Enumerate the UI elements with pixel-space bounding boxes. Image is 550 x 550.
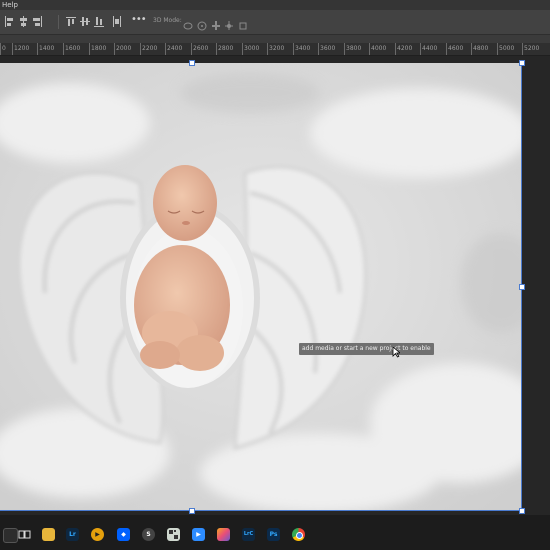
app-s-icon[interactable]: S bbox=[142, 528, 155, 541]
ruler-tick: 3000 bbox=[241, 43, 259, 55]
ruler-tick: 1600 bbox=[62, 43, 80, 55]
more-options-icon[interactable]: ••• bbox=[131, 14, 147, 25]
align-top-icon[interactable] bbox=[66, 16, 76, 27]
align-right-icon[interactable] bbox=[32, 16, 42, 27]
align-left-icon[interactable] bbox=[4, 16, 14, 27]
task-view-icon[interactable] bbox=[18, 528, 31, 541]
ruler-tick: 2000 bbox=[113, 43, 131, 55]
separator bbox=[58, 15, 59, 29]
ruler-tick: 4800 bbox=[470, 43, 488, 55]
ruler-tick: 4400 bbox=[419, 43, 437, 55]
menu-bar: Help bbox=[0, 0, 550, 10]
photos-icon[interactable] bbox=[217, 528, 230, 541]
photoshop-icon[interactable]: Ps bbox=[267, 528, 280, 541]
mouse-cursor-icon bbox=[392, 346, 400, 358]
transform-handle-bottom[interactable] bbox=[189, 508, 195, 514]
ruler-tick: 1200 bbox=[11, 43, 29, 55]
horizontal-ruler[interactable]: 0 1200 1400 1600 1800 2000 2200 2400 260… bbox=[0, 43, 550, 56]
3d-pan-icon[interactable] bbox=[211, 16, 221, 30]
align-center-icon[interactable] bbox=[18, 16, 28, 27]
qr-app-icon[interactable] bbox=[167, 528, 180, 541]
transform-handle-top-right[interactable] bbox=[519, 60, 525, 66]
transform-handle-bottom-right[interactable] bbox=[519, 508, 525, 514]
3d-roll-icon[interactable] bbox=[197, 16, 207, 31]
ruler-tick: 2400 bbox=[164, 43, 182, 55]
search-icon[interactable] bbox=[3, 528, 18, 543]
align-bottom-icon[interactable] bbox=[94, 16, 104, 27]
ruler-tick: 5200 bbox=[521, 43, 539, 55]
panel-gap bbox=[0, 35, 550, 43]
newborn-angel-wings-photo[interactable] bbox=[0, 63, 522, 511]
ruler-tick: 2800 bbox=[215, 43, 233, 55]
ruler-tick: 4600 bbox=[445, 43, 463, 55]
ruler-tick: 3800 bbox=[343, 43, 361, 55]
taskbar: Lr ▶ ◆ S ▶ LrC Ps bbox=[0, 515, 550, 550]
ruler-tick: 4000 bbox=[368, 43, 386, 55]
transform-handle-right[interactable] bbox=[519, 284, 525, 290]
ruler-tick: 3600 bbox=[317, 43, 335, 55]
ruler-tick: 5000 bbox=[496, 43, 514, 55]
align-middle-icon[interactable] bbox=[80, 16, 90, 27]
ruler-tick: 3400 bbox=[292, 43, 310, 55]
ruler-tick: 2600 bbox=[190, 43, 208, 55]
menu-help[interactable]: Help bbox=[2, 0, 18, 10]
distribute-icon[interactable] bbox=[112, 16, 122, 27]
plex-icon[interactable]: ▶ bbox=[91, 528, 104, 541]
ruler-tick: 1800 bbox=[88, 43, 106, 55]
ruler-tick: 0 bbox=[0, 43, 6, 55]
dropbox-icon[interactable]: ◆ bbox=[117, 528, 130, 541]
3d-scale-icon[interactable] bbox=[238, 16, 248, 30]
3d-rotate-icon[interactable] bbox=[183, 16, 193, 30]
3d-mode-label: 3D Mode: bbox=[153, 17, 182, 24]
ruler-tick: 2200 bbox=[139, 43, 157, 55]
chrome-icon[interactable] bbox=[292, 528, 305, 541]
file-explorer-icon[interactable] bbox=[42, 528, 55, 541]
3d-slide-icon[interactable] bbox=[224, 16, 234, 30]
ruler-tick: 3200 bbox=[266, 43, 284, 55]
lightroom-icon[interactable]: Lr bbox=[66, 528, 79, 541]
ruler-tick: 1400 bbox=[36, 43, 54, 55]
lightroom-classic-icon[interactable]: LrC bbox=[242, 528, 255, 541]
transform-handle-top[interactable] bbox=[189, 60, 195, 66]
ruler-tick: 4200 bbox=[394, 43, 412, 55]
tooltip: add media or start a new project to enab… bbox=[299, 343, 434, 355]
options-bar: ••• 3D Mode: bbox=[0, 10, 550, 35]
document-canvas[interactable] bbox=[0, 56, 550, 515]
zoom-icon[interactable]: ▶ bbox=[192, 528, 205, 541]
